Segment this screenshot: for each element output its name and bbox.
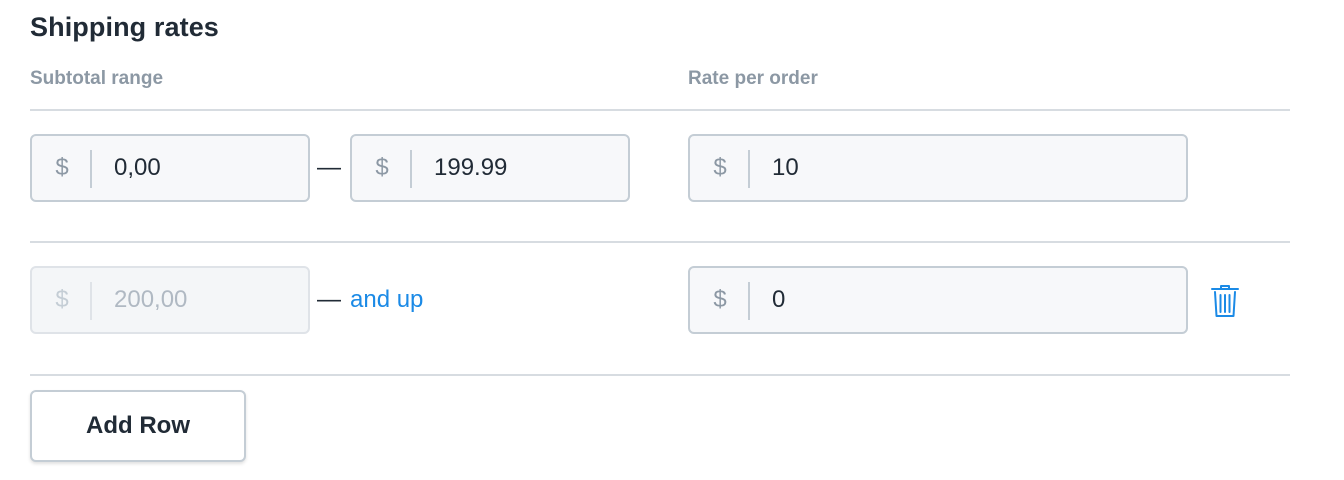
min-subtotal-input[interactable]: $ 0,00 [30,134,310,202]
add-row-button[interactable]: Add Row [30,390,246,462]
max-subtotal-input[interactable]: $ 199.99 [350,134,630,202]
rate-input[interactable]: $ 10 [688,134,1188,202]
rate-input[interactable]: $ 0 [688,266,1188,334]
rate-value: 10 [772,154,799,181]
range-dash: — [317,286,341,313]
trash-icon[interactable] [1210,284,1240,318]
shipping-rates-section: Shipping rates Subtotal range Rate per o… [30,0,1290,480]
row-divider [30,374,1290,376]
currency-prefix: $ [713,286,727,313]
prefix-separator [90,282,92,320]
min-subtotal-value: 0,00 [114,154,161,181]
currency-prefix: $ [55,286,69,313]
section-title: Shipping rates [30,12,219,42]
prefix-separator [90,150,92,188]
currency-prefix: $ [55,154,69,181]
row-divider [30,241,1290,243]
min-subtotal-input-disabled: $ 200,00 [30,266,310,334]
currency-prefix: $ [375,154,389,181]
prefix-separator [410,150,412,188]
currency-prefix: $ [713,154,727,181]
min-subtotal-value: 200,00 [114,286,188,313]
and-up-link[interactable]: and up [350,266,423,334]
rate-row: $ 0,00 — $ 199.99 $ 10 [30,134,1290,206]
range-dash: — [317,154,341,181]
header-divider [30,109,1290,111]
prefix-separator [748,150,750,188]
rate-value: 0 [772,286,786,313]
max-subtotal-value: 199.99 [434,154,508,181]
subtotal-range-header: Subtotal range [30,68,164,89]
prefix-separator [748,282,750,320]
rate-row: $ 200,00 — and up $ 0 [30,266,1290,338]
rate-per-order-header: Rate per order [688,68,818,89]
